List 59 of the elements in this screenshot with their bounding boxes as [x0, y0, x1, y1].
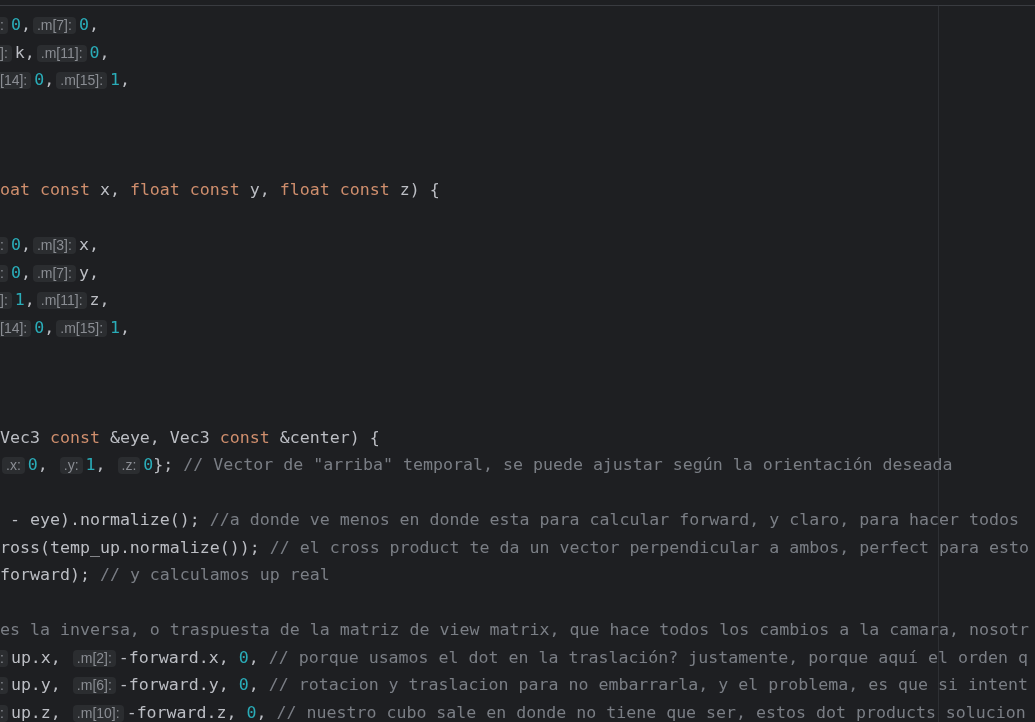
code-text: 0,	[10, 235, 31, 255]
code-text: 1,	[14, 290, 35, 310]
code-comment: // Vector de "arriba" temporal, se puede ajustar según la orientación deseada	[183, 455, 953, 475]
inlay-hint: .m[10]:	[72, 704, 124, 722]
code-text: -forward.y, 0,	[118, 675, 259, 695]
code-comment: // porque usamos el dot en la traslación? justamente, porque aquí el orden q	[268, 647, 1028, 667]
inlay-hint: [14]:	[0, 72, 32, 90]
code-text: up.x,	[10, 647, 62, 667]
code-text: 1,	[110, 70, 131, 90]
code-text: ross(temp_up.normalize());	[0, 537, 260, 557]
code-comment: //a donde ve menos en donde esta para calcular forward, y claro, para hacer todos	[209, 510, 1019, 530]
code-comment: // rotacion y traslacion para no embarrarla, y el problema, es que si intent	[268, 675, 1028, 695]
inlay-hint: .m[6]:	[72, 677, 116, 695]
code-comment: // el cross product te da un vector perpendicular a ambos, perfect para esto	[269, 537, 1029, 557]
inlay-hint: ]:	[0, 292, 12, 310]
inlay-hint: .m[11]:	[36, 292, 87, 310]
inlay-hint: :	[0, 649, 8, 667]
inlay-hint: .z:	[117, 457, 141, 475]
code-text: y,	[78, 262, 99, 282]
code-text: 0,	[10, 15, 31, 35]
code-text: up.z,	[10, 702, 62, 722]
code-text: 1,	[85, 455, 107, 475]
code-text: -forward.z, 0,	[126, 702, 267, 722]
code-text: 0,	[34, 317, 55, 337]
inlay-hint: :	[0, 17, 8, 35]
inlay-hint: .m[11]:	[36, 44, 87, 62]
code-text: 0,	[89, 42, 110, 62]
inlay-hint: .x:	[2, 457, 25, 475]
code-text: k,	[14, 42, 35, 62]
inlay-hint: ]:	[0, 44, 12, 62]
inlay-hint: .m[2]:	[72, 649, 116, 667]
inlay-hint: .m[3]:	[32, 237, 76, 255]
code-text: x,	[78, 235, 99, 255]
inlay-hint: [14]:	[0, 319, 32, 337]
inlay-hint: .m[15]:	[56, 319, 108, 337]
code-text: -forward.x, 0,	[118, 647, 259, 667]
code-text: - eye).normalize();	[9, 510, 200, 530]
inlay-hint: :	[0, 704, 8, 722]
code-text: 0,	[10, 262, 31, 282]
code-text: Vec3 const &eye, Vec3 const &center) {	[0, 427, 380, 447]
code-text: 0,	[34, 70, 55, 90]
code-text: up.y,	[10, 675, 62, 695]
inlay-hint: :	[0, 264, 8, 282]
code-comment: // y calculamos up real	[99, 565, 330, 585]
inlay-hint: .m[7]:	[32, 17, 76, 35]
code-text: z,	[89, 290, 110, 310]
inlay-hint: :	[0, 237, 8, 255]
code-text: 0,	[78, 15, 99, 35]
code-comment: // nuestro cubo sale en donde no tiene que ser, estos dot products solucion	[276, 702, 1026, 722]
code-text: 0,	[27, 455, 49, 475]
code-text: forward);	[0, 565, 90, 585]
code-text: 0};	[143, 455, 174, 475]
inlay-hint: :	[0, 677, 8, 695]
code-comment: es la inversa, o traspuesta de la matriz de view matrix, que hace todos los cambios a la camara, nosotr	[0, 620, 1029, 640]
inlay-hint: .m[15]:	[56, 72, 108, 90]
inlay-hint: .m[7]:	[32, 264, 76, 282]
code-text: 1,	[110, 317, 131, 337]
inlay-hint: .y:	[59, 457, 83, 475]
code-text: oat const x, float const y, float const z) {	[0, 180, 440, 200]
